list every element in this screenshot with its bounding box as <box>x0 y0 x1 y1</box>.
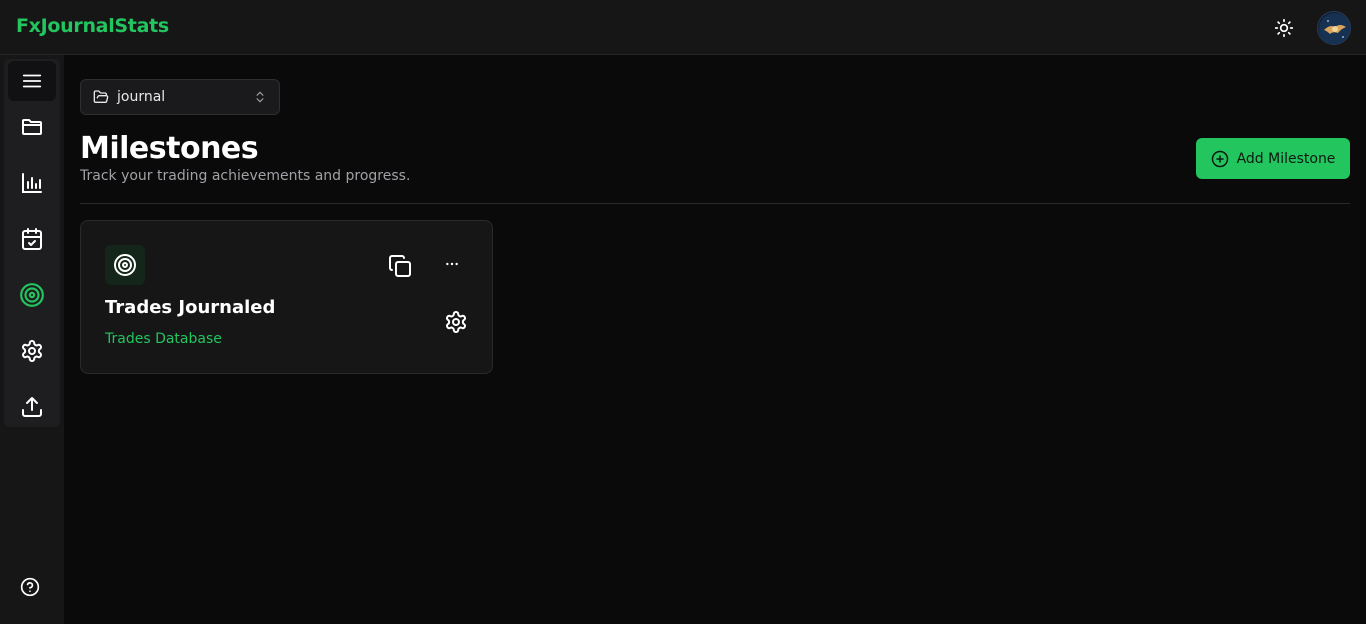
sidebar-item-milestones[interactable] <box>8 275 56 315</box>
help-button[interactable] <box>18 575 42 599</box>
gear-icon <box>444 310 468 334</box>
header-divider <box>80 203 1350 204</box>
sidebar-item-export[interactable] <box>8 387 56 427</box>
app-brand[interactable]: FxJournalStats <box>16 15 169 37</box>
page-title: Milestones <box>80 131 259 166</box>
journal-select-value: journal <box>117 89 166 105</box>
folder-open-icon <box>93 89 109 105</box>
help-circle-icon <box>20 577 40 597</box>
page-subtitle: Track your trading achievements and prog… <box>80 168 411 184</box>
sidebar-item-statistics[interactable] <box>8 163 56 203</box>
theme-toggle-button[interactable] <box>1270 14 1298 42</box>
target-icon <box>19 282 45 308</box>
upload-icon <box>20 395 44 419</box>
milestone-target-icon <box>105 245 145 285</box>
top-bar: FxJournalStats <box>0 0 1366 55</box>
sidebar-item-calendar[interactable] <box>8 219 56 259</box>
ellipsis-icon <box>444 256 460 272</box>
sidebar <box>0 55 64 624</box>
avatar[interactable] <box>1317 11 1351 45</box>
milestone-more-button[interactable] <box>441 253 463 275</box>
copy-icon <box>388 254 412 278</box>
gear-icon <box>20 339 44 363</box>
duplicate-milestone-button[interactable] <box>387 253 413 279</box>
sun-icon <box>1274 18 1294 38</box>
sidebar-nav <box>4 59 60 427</box>
sidebar-item-settings[interactable] <box>8 331 56 371</box>
bar-chart-icon <box>20 171 44 195</box>
milestone-card[interactable]: Trades Journaled Trades Database <box>80 220 493 374</box>
hamburger-icon <box>21 70 43 92</box>
add-milestone-button[interactable]: Add Milestone <box>1196 138 1350 179</box>
milestone-source[interactable]: Trades Database <box>105 331 222 347</box>
milestone-title: Trades Journaled <box>105 297 276 318</box>
sidebar-item-journals[interactable] <box>8 107 56 147</box>
folder-icon <box>20 115 44 139</box>
milestone-settings-button[interactable] <box>443 309 469 335</box>
chevrons-up-down-icon <box>253 90 267 104</box>
plus-circle-icon <box>1211 150 1229 168</box>
journal-select[interactable]: journal <box>80 79 280 115</box>
calendar-check-icon <box>20 227 44 251</box>
add-milestone-label: Add Milestone <box>1236 150 1336 167</box>
sidebar-item-menu[interactable] <box>8 61 56 101</box>
